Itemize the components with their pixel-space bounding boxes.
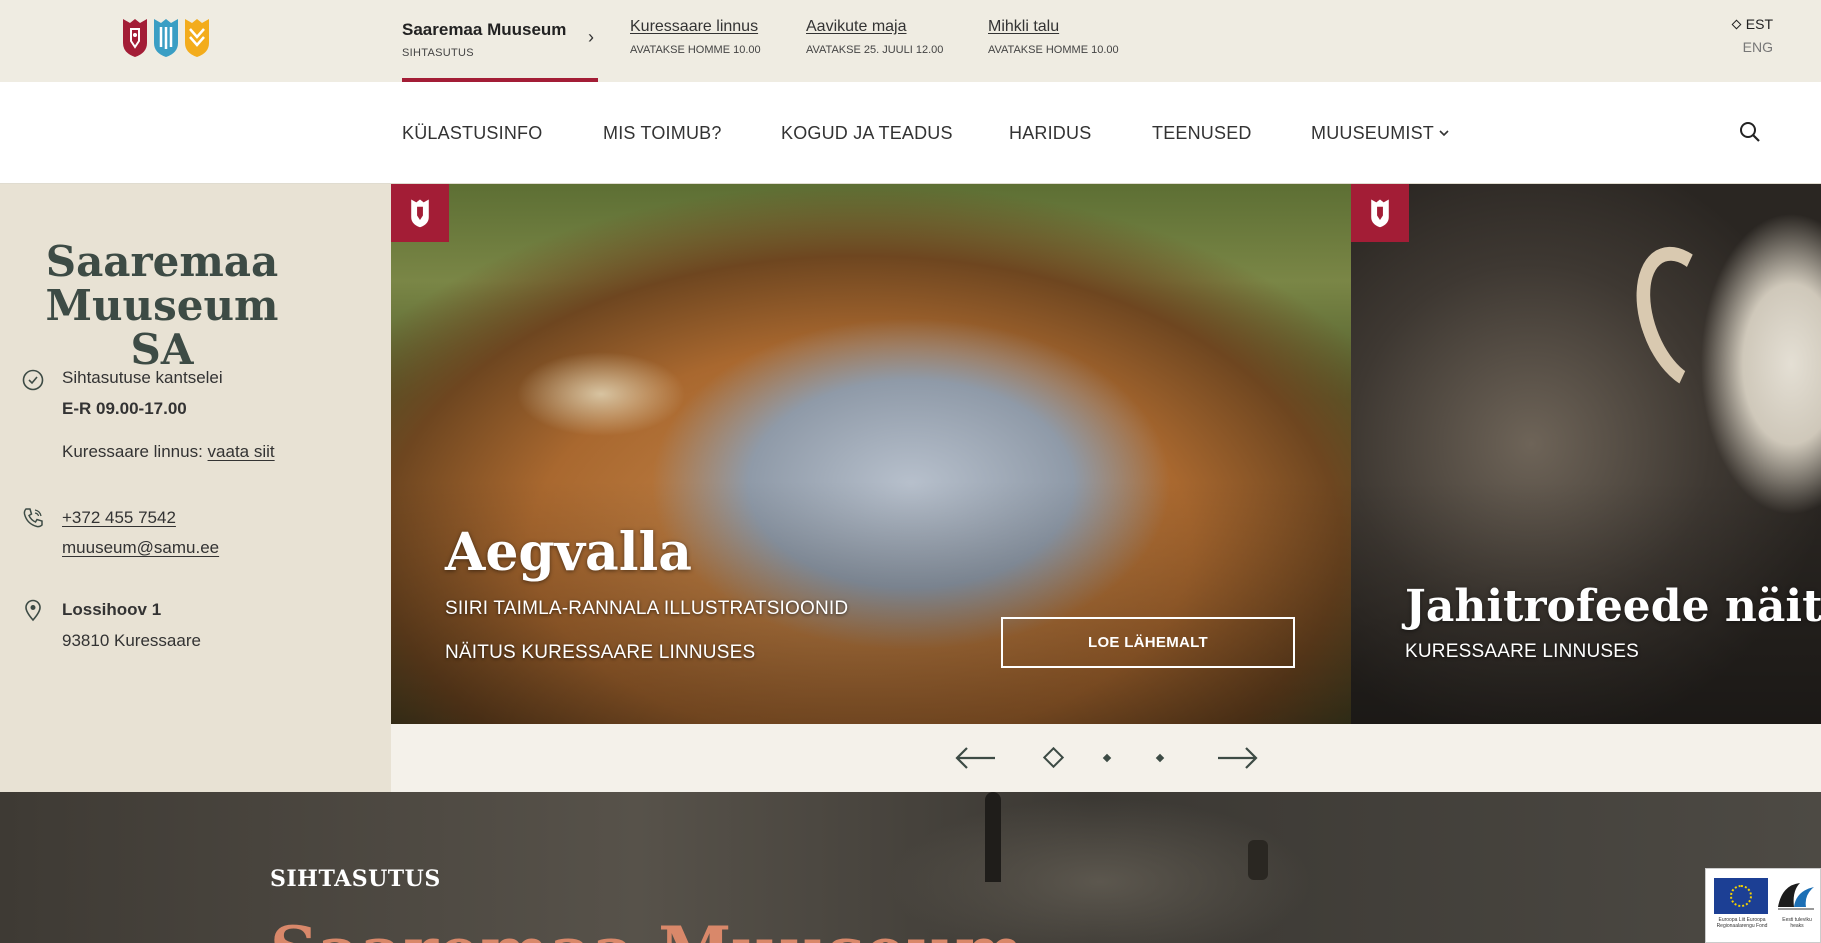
nav-kogud-ja-teadus[interactable]: KOGUD JA TEADUS [781,123,953,144]
arrow-left-icon[interactable] [953,742,997,774]
museum-link-status: AVATAKSE HOMME 10.00 [988,44,1119,56]
office-label: Sihtasutuse kantselei [62,368,223,387]
museum-link-status: AVATAKSE HOMME 10.00 [630,44,761,56]
lang-eng[interactable]: ENG [1733,39,1773,55]
email-address: muuseum@samu.ee [62,538,220,557]
language-switcher: EST ENG [1731,16,1773,55]
museum-link-name: Aavikute maja [806,18,907,35]
nav-kulastusinfo[interactable]: KÜLASTUSINFO [402,123,542,144]
castle-shield-icon [391,184,449,242]
slide-jahitrofeed[interactable]: Jahitrofeede näitus KURESSAARE LINNUSES [1351,184,1821,724]
eesti-caption: Eesti tuleviku heaks [1782,917,1812,929]
eu-caption: Euroopa Liit Euroopa Regionaalarengu Fon… [1716,917,1768,929]
lang-est[interactable]: EST [1731,16,1773,32]
chevron-down-icon [1438,123,1450,144]
eu-flag-icon [1714,878,1768,914]
nav-muuseumist[interactable]: MUUSEUMIST [1311,123,1450,144]
yellow-shield-icon [183,17,211,58]
castle-shield-icon [1351,184,1409,242]
read-more-button[interactable]: LOE LÄHEMALT [1001,617,1295,668]
foundation-kicker: SIHTASUTUS [270,866,441,892]
chevron-right-icon: › [588,27,594,47]
diamond-icon [1731,19,1742,29]
hero-slider: Aegvalla SIIRI TAIMLA-RANNALA ILLUSTRATS… [391,184,1821,724]
museum-link-name: Mihkli talu [988,18,1060,35]
clock-icon [21,368,45,392]
nav-haridus[interactable]: HARIDUS [1009,123,1091,144]
eesti-swoosh-icon [1774,877,1818,913]
address-city: 93810 Kuressaare [62,631,201,650]
slider-dot-active[interactable] [1042,746,1065,769]
museum-link-aavikute[interactable]: Aavikute maja AVATAKSE 25. JUULI 12.00 [806,18,943,56]
museum-link-kuressaare[interactable]: Kuressaare linnus AVATAKSE HOMME 10.00 [630,18,761,56]
castle-hours-prefix: Kuressaare linnus: [62,442,203,461]
nav-mis-toimub[interactable]: MIS TOIMUB? [603,123,722,144]
phone-icon [21,506,45,530]
nav-teenused[interactable]: TEENUSED [1152,123,1252,144]
foundation-heading: Saaremaa Muuseum [270,912,1024,943]
main-nav: KÜLASTUSINFO MIS TOIMUB? KOGUD JA TEADUS… [0,82,1821,184]
location-pin-icon [21,598,45,622]
slide-title: Jahitrofeede näitus [1405,581,1821,632]
post-shape [985,792,1001,882]
red-shield-icon [121,17,149,58]
slide-location: NÄITUS KURESSAARE LINNUSES [445,642,756,663]
search-icon[interactable] [1738,120,1762,144]
museum-link-mihkli[interactable]: Mihkli talu AVATAKSE HOMME 10.00 [988,18,1119,56]
org-title: Saaremaa Muuseum SA [45,237,279,374]
lang-est-label: EST [1745,16,1773,32]
eu-funding-logo: Euroopa Liit Euroopa Regionaalarengu Fon… [1705,868,1821,943]
arrow-right-icon[interactable] [1216,742,1260,774]
museum-link-name: Kuressaare linnus [630,18,759,35]
office-hours: E-R 09.00-17.00 [62,399,187,418]
slider-dot[interactable] [1155,753,1165,763]
nav-muuseumist-label: MUUSEUMIST [1311,123,1434,143]
phone-link[interactable]: +372 455 7542 [62,508,176,528]
museum-link-status: AVATAKSE 25. JUULI 12.00 [806,44,944,56]
castle-hours-line: Kuressaare linnus: vaata siit [62,442,275,462]
top-bar: Saaremaa Muuseum SIHTASUTUS › Kuressaare… [0,0,1821,82]
slide-subtitle: SIIRI TAIMLA-RANNALA ILLUSTRATSIOONID [445,598,849,619]
slide-title: Aegvalla [445,522,692,583]
address-street: Lossihoov 1 [62,600,162,619]
current-museum-sub: SIHTASUTUS [402,47,474,59]
contact-panel: Saaremaa Muuseum SA Sihtasutuse kantsele… [0,184,391,792]
blue-shield-icon [152,17,180,58]
current-museum-tab[interactable]: Saaremaa Muuseum SIHTASUTUS [402,0,598,82]
phone-number: +372 455 7542 [62,508,176,527]
castle-hours-link[interactable]: vaata siit [208,442,275,461]
slider-controls [391,724,1821,792]
slide-aegvalla[interactable]: Aegvalla SIIRI TAIMLA-RANNALA ILLUSTRATS… [391,184,1351,724]
site-logo[interactable] [121,17,211,58]
email-link[interactable]: muuseum@samu.ee [62,538,219,558]
slide-location: KURESSAARE LINNUSES [1405,641,1639,662]
slider-dot[interactable] [1102,753,1112,763]
foundation-hero: SIHTASUTUS Saaremaa Muuseum [0,792,1821,943]
current-museum-name: Saaremaa Muuseum [402,20,567,39]
lamp-shape [1248,840,1268,880]
